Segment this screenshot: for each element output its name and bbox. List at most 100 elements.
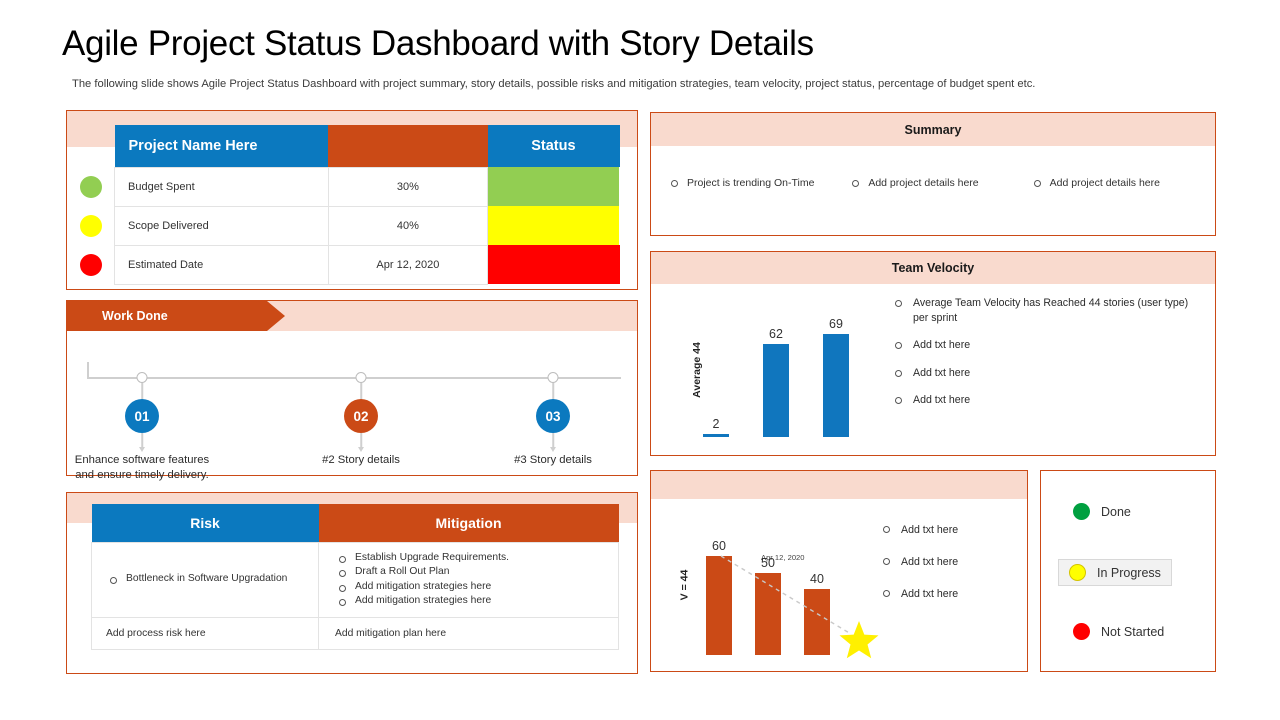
arrow-down-icon	[550, 447, 556, 452]
legend-label: In Progress	[1097, 565, 1161, 580]
project-value-header	[328, 125, 488, 167]
summary-panel: Summary Project is trending On-Time Add p…	[650, 112, 1216, 236]
table-row: Bottleneck in Software Upgradation Establ…	[91, 541, 619, 618]
project-status-chart-panel: V = 44 Apr 12, 2020 60 50 40 Add txt here A…	[650, 470, 1028, 672]
timeline-marker-icon	[136, 372, 148, 383]
team-velocity-body: Average 44 2 62 69 Average Team Velocity h…	[651, 284, 1215, 455]
summary-item: Add project details here	[842, 176, 1023, 191]
legend-label: Done	[1101, 504, 1131, 519]
row-label: Estimated Date	[114, 244, 329, 285]
bar	[763, 344, 789, 437]
bar-value-label: 62	[769, 327, 783, 342]
timeline-step-text: Enhance software features and ensure tim…	[74, 454, 210, 481]
risk-cell: Bottleneck in Software Upgradation	[91, 541, 319, 618]
list-item: Establish Upgrade Requirements.	[335, 551, 610, 566]
risk-mitigation-panel: Risk Mitigation Bottleneck in Software U…	[66, 492, 638, 674]
table-header-row: Project Name Here Status	[114, 125, 620, 167]
mitigation-placeholder-cell[interactable]: Add mitigation plan here	[318, 616, 619, 650]
team-velocity-title: Team Velocity	[891, 261, 975, 275]
work-done-strip: Work Done	[67, 301, 637, 331]
risk-placeholder-cell[interactable]: Add process risk here	[91, 616, 319, 650]
summary-item: Add project details here	[1024, 176, 1205, 191]
legend-item[interactable]: Done	[1063, 499, 1141, 524]
team-velocity-notes: Average Team Velocity has Reached 44 sto…	[889, 284, 1215, 455]
bar	[755, 572, 781, 655]
bar-column: 69	[823, 317, 849, 437]
list-item: Add txt here	[889, 338, 1201, 353]
bar-column: 62	[763, 327, 789, 437]
list-item: Add mitigation strategies here	[335, 594, 610, 609]
bar-column: 2	[703, 417, 729, 437]
legend-item[interactable]: Not Started	[1063, 619, 1174, 644]
timeline-start-tick	[87, 362, 89, 378]
timeline-marker-icon	[547, 372, 559, 383]
bar	[706, 556, 732, 655]
bar-value-label: 40	[810, 572, 824, 587]
status-dot	[79, 175, 102, 198]
status-dot-column	[67, 167, 114, 284]
row-status-swatch	[487, 245, 620, 284]
bar	[804, 589, 830, 655]
work-done-timeline: 01 Enhance software features and ensure t…	[67, 331, 637, 481]
status-chart-body: V = 44 Apr 12, 2020 60 50 40 Add txt here A…	[651, 499, 1027, 671]
row-value: Apr 12, 2020	[327, 244, 489, 285]
page-title: Agile Project Status Dashboard with Stor…	[62, 24, 814, 63]
timeline-step-number: 02	[344, 399, 378, 433]
work-done-banner: Work Done	[67, 301, 285, 331]
risk-mitigation-table: Risk Mitigation Bottleneck in Software U…	[91, 504, 619, 650]
timeline-step-text: #3 Story details	[514, 454, 592, 466]
status-chart-notes: Add txt here Add txt here Add txt here	[879, 499, 1027, 671]
timeline-marker-icon	[355, 372, 367, 383]
bar-value-label: 2	[712, 417, 720, 431]
table-row: Scope Delivered 40%	[114, 205, 620, 246]
status-chart-strip	[651, 471, 1027, 499]
bar-value-label: 50	[761, 555, 775, 570]
legend-item[interactable]: In Progress	[1058, 559, 1172, 586]
bar-value-label: 60	[712, 539, 726, 554]
arrow-down-icon	[358, 447, 364, 452]
legend-dot-icon	[1073, 623, 1090, 640]
row-status-swatch	[487, 206, 620, 245]
status-bar-group: 60 50 40	[706, 537, 866, 655]
timeline-step-text: #2 Story details	[322, 454, 400, 466]
status-chart: V = 44 Apr 12, 2020 60 50 40	[651, 499, 879, 671]
project-status-header: Status	[487, 125, 620, 167]
timeline-step-number: 03	[536, 399, 570, 433]
velocity-y-axis-label: Average 44	[690, 341, 703, 398]
list-item: Average Team Velocity has Reached 44 sto…	[889, 296, 1201, 325]
bar-column: 60	[706, 539, 732, 655]
status-dot	[79, 214, 102, 237]
work-done-label: Work Done	[102, 309, 168, 323]
summary-panel-header: Summary	[651, 113, 1215, 146]
list-item: Bottleneck in Software Upgradation	[106, 572, 310, 587]
mitigation-header: Mitigation	[318, 504, 619, 542]
timeline-step-number: 01	[125, 399, 159, 433]
project-status-table: Project Name Here Status Budget Spent 30%…	[114, 125, 620, 285]
list-item: Add txt here	[889, 366, 1201, 381]
work-done-panel: Work Done 01 Enhance software features an…	[66, 300, 638, 481]
project-name-header: Project Name Here	[114, 125, 329, 167]
mitigation-cell: Establish Upgrade Requirements. Draft a R…	[318, 541, 619, 618]
summary-title: Summary	[904, 122, 962, 137]
row-value: 40%	[327, 205, 489, 246]
timeline-axis	[87, 377, 621, 379]
table-row: Add process risk here Add mitigation plan…	[91, 616, 619, 650]
summary-item: Project is trending On-Time	[661, 176, 842, 191]
risk-header: Risk	[91, 504, 319, 542]
table-row: Budget Spent 30%	[114, 166, 620, 207]
project-status-panel: Project Name Here Status Budget Spent 30%…	[66, 110, 638, 290]
bar-column: 50	[755, 556, 781, 655]
list-item: Add mitigation strategies here	[335, 580, 610, 595]
team-velocity-chart: Average 44 2 62 69	[651, 284, 889, 455]
bar	[703, 434, 729, 437]
row-label: Budget Spent	[114, 166, 329, 207]
summary-body: Project is trending On-Time Add project d…	[651, 146, 1215, 191]
team-velocity-panel: Team Velocity Average 44 2 62 69 Average T…	[650, 251, 1216, 456]
bar-value-label: 69	[829, 316, 843, 331]
table-row: Estimated Date Apr 12, 2020	[114, 244, 620, 285]
legend-dot-icon	[1073, 503, 1090, 520]
list-item: Add txt here	[879, 587, 1027, 601]
bar	[823, 333, 849, 437]
arrow-down-icon	[139, 447, 145, 452]
list-item: Draft a Roll Out Plan	[335, 565, 610, 580]
